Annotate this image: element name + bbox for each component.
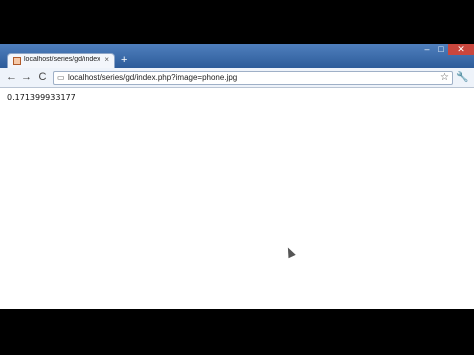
browser-tab[interactable]: localhost/series/gd/index... × <box>7 53 115 68</box>
forward-button[interactable]: → <box>20 71 33 84</box>
browser-window: localhost/series/gd/index... × + – □ ✕ ←… <box>0 44 474 309</box>
mouse-cursor-icon <box>284 245 296 259</box>
tab-title: localhost/series/gd/index... <box>24 56 100 63</box>
output-text: 0.171399933177 <box>7 93 76 102</box>
wrench-icon[interactable]: 🔧 <box>456 71 469 84</box>
minimize-button[interactable]: – <box>420 44 434 55</box>
browser-toolbar: ← → C ▭ localhost/series/gd/index.php?im… <box>0 68 474 88</box>
page-icon: ▭ <box>57 73 65 82</box>
new-tab-button[interactable]: + <box>121 55 127 66</box>
title-bar: localhost/series/gd/index... × + – □ ✕ <box>0 44 474 68</box>
maximize-button[interactable]: □ <box>434 44 448 55</box>
star-icon[interactable]: ☆ <box>440 72 449 84</box>
tab-close-icon[interactable]: × <box>104 55 109 64</box>
favicon-icon <box>13 57 21 65</box>
reload-button[interactable]: C <box>36 71 49 84</box>
url-text[interactable]: localhost/series/gd/index.php?image=phon… <box>68 73 237 83</box>
close-window-button[interactable]: ✕ <box>448 44 474 55</box>
page-content: 0.171399933177 <box>0 88 474 309</box>
back-button[interactable]: ← <box>5 71 18 84</box>
address-bar[interactable]: ▭ localhost/series/gd/index.php?image=ph… <box>53 71 453 85</box>
